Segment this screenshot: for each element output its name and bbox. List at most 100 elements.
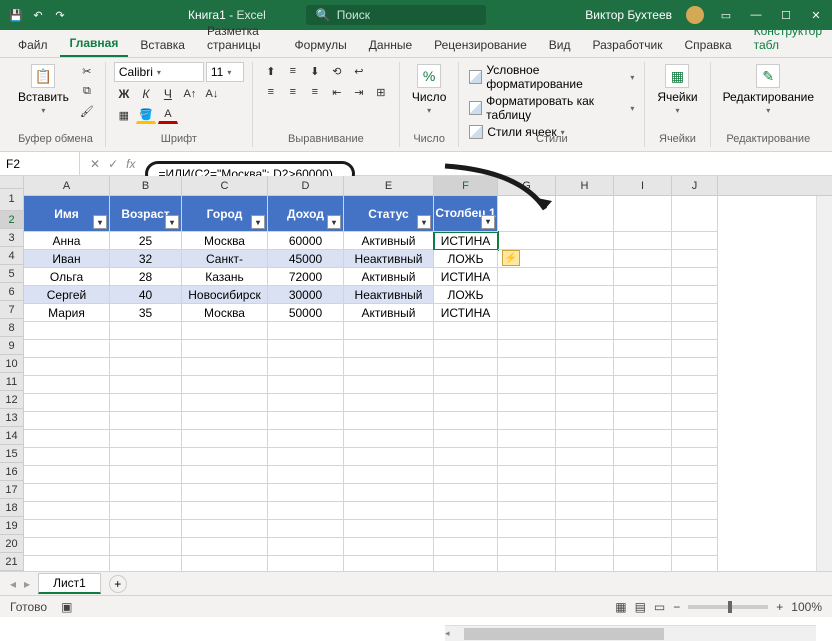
format-as-table-button[interactable]: Форматировать как таблицу▾ — [467, 93, 636, 123]
cell[interactable] — [498, 520, 556, 538]
cell[interactable] — [498, 304, 556, 322]
cell[interactable] — [614, 340, 672, 358]
cell[interactable]: Иван — [24, 250, 110, 268]
merge-icon[interactable]: ⊞ — [371, 83, 391, 101]
align-center-icon[interactable]: ≡ — [283, 83, 303, 101]
cell[interactable] — [268, 340, 344, 358]
wrap-text-icon[interactable]: ↩ — [349, 62, 369, 80]
cell[interactable] — [672, 466, 718, 484]
tab-view[interactable]: Вид — [539, 33, 581, 57]
header-income[interactable]: Доход▾ — [268, 196, 344, 232]
cell[interactable] — [344, 538, 434, 556]
col-header-D[interactable]: D — [268, 176, 344, 195]
filter-icon[interactable]: ▾ — [327, 215, 341, 229]
cell[interactable] — [268, 322, 344, 340]
cell[interactable] — [182, 430, 268, 448]
cell[interactable] — [556, 556, 614, 571]
cell[interactable] — [556, 412, 614, 430]
save-icon[interactable]: 💾 — [8, 7, 24, 23]
search-box[interactable]: 🔍 Поиск — [306, 5, 486, 25]
cell[interactable] — [268, 520, 344, 538]
cell[interactable] — [344, 322, 434, 340]
sheet-nav-next-icon[interactable]: ▸ — [24, 577, 30, 591]
align-middle-icon[interactable]: ≡ — [283, 62, 303, 80]
cell[interactable] — [498, 268, 556, 286]
redo-icon[interactable]: ↷ — [52, 7, 68, 23]
cell[interactable] — [498, 502, 556, 520]
cell[interactable] — [434, 556, 498, 571]
cell[interactable] — [110, 538, 182, 556]
font-color-icon[interactable]: A — [158, 106, 178, 124]
cell[interactable]: 72000 — [268, 268, 344, 286]
cell[interactable] — [498, 376, 556, 394]
cell[interactable] — [672, 430, 718, 448]
cell[interactable] — [434, 448, 498, 466]
zoom-level[interactable]: 100% — [791, 600, 822, 614]
cell[interactable] — [182, 394, 268, 412]
cell[interactable] — [498, 340, 556, 358]
cell[interactable] — [268, 430, 344, 448]
cell[interactable] — [268, 358, 344, 376]
cell[interactable] — [498, 322, 556, 340]
cell[interactable] — [268, 502, 344, 520]
cell[interactable] — [672, 358, 718, 376]
cell[interactable]: 50000 — [268, 304, 344, 322]
cell[interactable] — [344, 340, 434, 358]
cell[interactable] — [182, 484, 268, 502]
cell[interactable] — [110, 556, 182, 571]
fx-icon[interactable]: fx — [126, 157, 135, 171]
cell[interactable] — [556, 358, 614, 376]
underline-button[interactable]: Ч — [158, 85, 178, 103]
row-header-8[interactable]: 8 — [0, 319, 23, 337]
view-normal-icon[interactable]: ▦ — [615, 600, 626, 614]
cell[interactable]: Неактивный — [344, 250, 434, 268]
select-all-corner[interactable] — [0, 176, 23, 189]
tab-home[interactable]: Главная — [60, 31, 129, 57]
filter-icon[interactable]: ▾ — [251, 215, 265, 229]
cell[interactable]: 25 — [110, 232, 182, 250]
cell[interactable] — [434, 466, 498, 484]
zoom-slider[interactable] — [688, 605, 768, 609]
cell[interactable] — [614, 430, 672, 448]
align-top-icon[interactable]: ⬆ — [261, 62, 281, 80]
zoom-in-icon[interactable]: + — [776, 600, 783, 614]
row-header-2[interactable]: 2 — [0, 211, 23, 229]
cell[interactable] — [24, 556, 110, 571]
cell[interactable] — [614, 502, 672, 520]
tab-data[interactable]: Данные — [359, 33, 422, 57]
col-header-A[interactable]: A — [24, 176, 110, 195]
cell[interactable] — [498, 430, 556, 448]
cell[interactable] — [24, 448, 110, 466]
cell[interactable] — [614, 376, 672, 394]
cell[interactable] — [24, 322, 110, 340]
cell[interactable]: ИСТИНА — [434, 268, 498, 286]
cell[interactable] — [344, 376, 434, 394]
cell[interactable] — [556, 376, 614, 394]
cell[interactable] — [614, 232, 672, 250]
cell[interactable] — [498, 286, 556, 304]
cell[interactable] — [110, 358, 182, 376]
cell[interactable]: 28 — [110, 268, 182, 286]
cell[interactable] — [434, 376, 498, 394]
cell[interactable] — [614, 448, 672, 466]
row-header-17[interactable]: 17 — [0, 481, 23, 499]
cell[interactable] — [344, 484, 434, 502]
cell[interactable] — [344, 430, 434, 448]
vertical-scrollbar[interactable] — [816, 196, 832, 571]
editing-button[interactable]: ✎ Редактирование ▾ — [719, 62, 818, 117]
add-sheet-icon[interactable]: + — [109, 575, 127, 593]
borders-icon[interactable]: ▦ — [114, 106, 134, 124]
row-header-7[interactable]: 7 — [0, 301, 23, 319]
row-header-21[interactable]: 21 — [0, 553, 23, 571]
cell[interactable] — [556, 286, 614, 304]
cell[interactable]: Новосибирск — [182, 286, 268, 304]
cell[interactable] — [182, 538, 268, 556]
cell[interactable] — [434, 484, 498, 502]
cell[interactable] — [182, 412, 268, 430]
cell[interactable] — [498, 556, 556, 571]
cell[interactable] — [110, 394, 182, 412]
cell[interactable] — [556, 466, 614, 484]
cell[interactable] — [268, 556, 344, 571]
cell[interactable] — [434, 538, 498, 556]
cell[interactable] — [614, 358, 672, 376]
